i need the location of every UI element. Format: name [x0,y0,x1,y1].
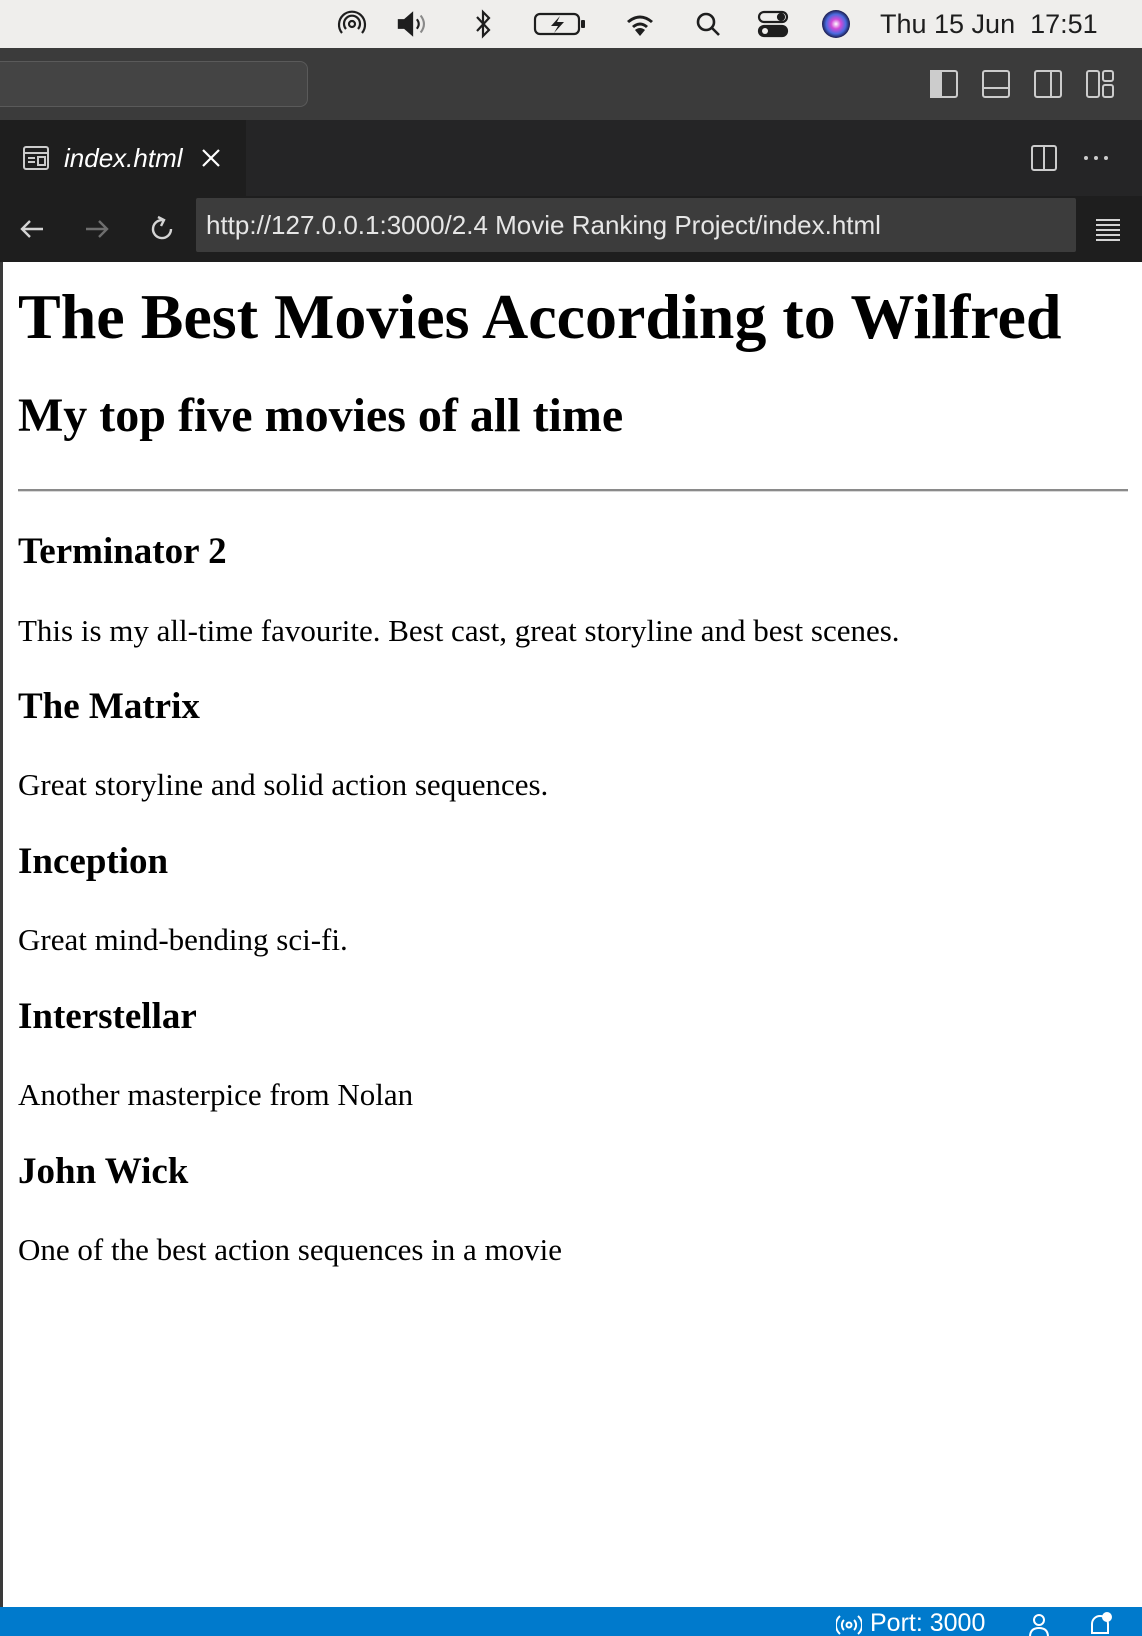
tab-label: index.html [64,142,183,173]
port-label: Port: 3000 [870,1609,986,1636]
page-viewport[interactable]: The Best Movies According to Wilfred My … [0,262,1142,1607]
toggle-panel-icon[interactable] [980,68,1012,100]
spotlight-search-icon[interactable] [690,8,726,40]
siri-icon[interactable] [818,8,854,40]
forward-arrow-icon[interactable] [79,211,115,247]
more-actions-icon[interactable] [1080,142,1112,174]
toggle-secondary-sidebar-icon[interactable] [1032,68,1064,100]
movie-title-the-matrix: The Matrix [18,686,200,727]
page-subtitle: My top five movies of all time [18,389,624,442]
port-status-item[interactable]: Port: 3000 [836,1609,985,1636]
movie-title-interstellar: Interstellar [18,996,197,1037]
page-title: The Best Movies According to Wilfred [18,281,1062,352]
macos-menu-bar: Thu 15 Jun 17:51 [0,0,1142,48]
broadcast-icon [836,1615,862,1635]
tab-index-html[interactable]: index.html [0,120,246,196]
browser-nav-bar: http://127.0.0.1:3000/2.4 Movie Ranking … [0,196,1142,262]
movie-title-terminator-2: Terminator 2 [18,531,227,572]
movie-title-john-wick: John Wick [18,1151,189,1192]
customize-layout-icon[interactable] [1084,68,1116,100]
movie-description-inception: Great mind-bending sci-fi. [18,922,348,957]
movie-title-inception: Inception [18,841,169,882]
control-center-icon[interactable] [755,8,791,40]
volume-icon[interactable] [396,8,432,40]
movie-description-the-matrix: Great storyline and solid action sequenc… [18,767,549,802]
split-editor-icon[interactable] [1028,142,1060,174]
movie-description-john-wick: One of the best action sequences in a mo… [18,1232,563,1267]
vscode-title-bar [0,48,1142,120]
notifications-bell-icon[interactable] [1086,1611,1114,1636]
back-arrow-icon[interactable] [14,211,50,247]
reload-icon[interactable] [144,211,180,247]
wifi-icon[interactable] [622,8,658,40]
editor-tab-strip: index.html [0,120,1142,196]
airdrop-icon[interactable] [334,8,370,40]
movie-description-terminator-2: This is my all-time favourite. Best cast… [18,613,900,648]
menu-bar-clock[interactable]: Thu 15 Jun 17:51 [880,6,1098,42]
accounts-icon[interactable] [1028,1611,1056,1636]
battery-charging-icon [532,8,588,40]
url-text: http://127.0.0.1:3000/2.4 Movie Ranking … [206,210,881,240]
menu-icon[interactable] [1090,211,1126,247]
close-icon[interactable] [199,146,223,170]
url-bar[interactable]: http://127.0.0.1:3000/2.4 Movie Ranking … [196,198,1076,252]
horizontal-rule [18,489,1128,492]
command-center-search[interactable] [0,61,308,107]
preview-file-icon [23,146,49,170]
movie-description-interstellar: Another masterpice from Nolan [18,1077,414,1112]
status-bar: Port: 3000 [0,1607,1142,1636]
toggle-primary-sidebar-icon[interactable] [928,68,960,100]
bluetooth-icon[interactable] [466,8,502,40]
